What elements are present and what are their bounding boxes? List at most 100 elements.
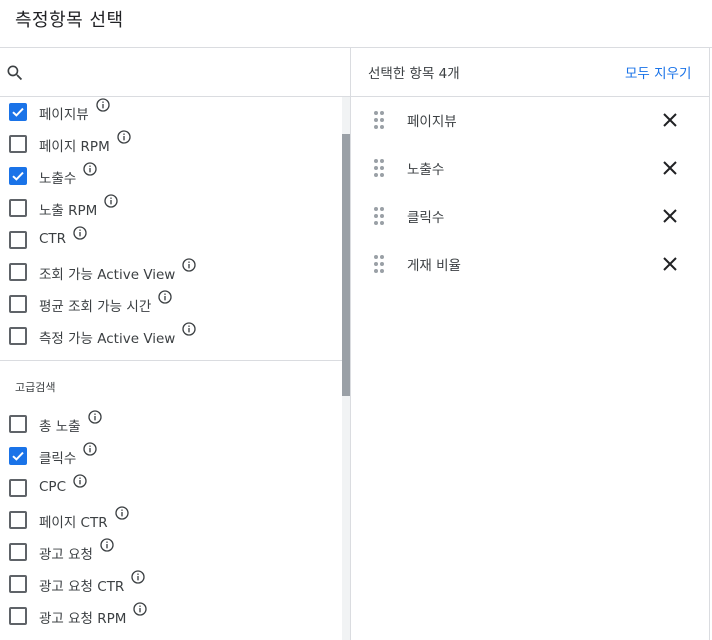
metric-option-label: 광고 요청 CTR: [39, 570, 146, 595]
info-icon[interactable]: [72, 473, 88, 489]
metric-option-text: CPC: [39, 479, 66, 495]
checkbox[interactable]: [9, 543, 27, 561]
metric-option-text: 조회 가능 Active View: [39, 267, 176, 283]
metric-option-text: 페이지 CTR: [39, 515, 108, 531]
metric-option-label: 페이지 RPM: [39, 130, 132, 155]
info-icon[interactable]: [103, 193, 119, 209]
metric-option[interactable]: 클릭수: [0, 440, 340, 472]
metric-option-text: 노출 RPM: [39, 203, 98, 219]
selected-item[interactable]: 페이지뷰: [351, 97, 709, 145]
metric-option-label: 측정 가능 Active View: [39, 322, 197, 347]
search-icon[interactable]: [5, 63, 25, 83]
info-icon[interactable]: [95, 97, 111, 113]
metric-option-label: 광고 요청 RPM: [39, 602, 148, 627]
metric-option-text: 노출수: [39, 171, 77, 187]
selected-item[interactable]: 게재 비율: [351, 241, 709, 289]
metric-option[interactable]: 측정 가능 Active View: [0, 320, 340, 352]
checkbox[interactable]: [9, 295, 27, 313]
checkbox[interactable]: [9, 199, 27, 217]
metric-option-label: 노출수: [39, 162, 98, 187]
metric-option-text: 광고 요청 CTR: [39, 579, 125, 595]
info-icon[interactable]: [116, 129, 132, 145]
metric-option-label: 클릭수: [39, 442, 98, 467]
close-icon[interactable]: [662, 208, 678, 224]
info-icon[interactable]: [114, 505, 130, 521]
info-icon[interactable]: [72, 225, 88, 241]
check-icon: [12, 171, 24, 181]
metric-option[interactable]: 평균 조회 가능 시간: [0, 288, 340, 320]
dialog-title: 측정항목 선택: [15, 10, 124, 31]
check-icon: [12, 451, 24, 461]
checkbox[interactable]: [9, 479, 27, 497]
search-input[interactable]: [34, 60, 338, 86]
info-icon[interactable]: [132, 601, 148, 617]
info-icon[interactable]: [181, 257, 197, 273]
checkbox[interactable]: [9, 327, 27, 345]
drag-handle-icon[interactable]: [373, 158, 385, 178]
selected-item[interactable]: 노출수: [351, 145, 709, 193]
metric-option-text: 측정 가능 Active View: [39, 331, 176, 347]
metric-option[interactable]: 페이지 RPM: [0, 128, 340, 160]
scrollbar-thumb[interactable]: [342, 134, 350, 396]
metric-option-label: 페이지 CTR: [39, 506, 130, 531]
checkbox[interactable]: [9, 607, 27, 625]
metric-option-label: CPC: [39, 474, 88, 495]
checkbox-checked[interactable]: [9, 447, 27, 465]
checkbox[interactable]: [9, 415, 27, 433]
info-icon[interactable]: [82, 441, 98, 457]
info-icon[interactable]: [157, 289, 173, 305]
metric-option[interactable]: 광고 요청 RPM: [0, 600, 340, 632]
checkbox-checked[interactable]: [9, 103, 27, 121]
metric-option[interactable]: CTR: [0, 224, 340, 256]
metric-option[interactable]: CPC: [0, 472, 340, 504]
metric-option-label: 평균 조회 가능 시간: [39, 290, 173, 315]
section-title-advanced: 고급검색: [15, 381, 56, 394]
info-icon[interactable]: [130, 569, 146, 585]
metric-list: 페이지뷰페이지 RPM 노출수노출 RPM CTR 조회 가능 Active View…: [0, 97, 342, 640]
info-icon[interactable]: [181, 321, 197, 337]
checkbox-checked[interactable]: [9, 167, 27, 185]
metric-option-label: 총 노출: [39, 410, 103, 435]
checkbox[interactable]: [9, 231, 27, 249]
search-bar: [0, 48, 350, 96]
selected-item[interactable]: 클릭수: [351, 193, 709, 241]
info-icon[interactable]: [87, 409, 103, 425]
close-icon[interactable]: [662, 112, 678, 128]
metric-option-text: 광고 요청: [39, 547, 93, 563]
drag-handle-icon[interactable]: [373, 206, 385, 226]
metric-option[interactable]: 광고 요청 CTR: [0, 568, 340, 600]
metric-option-text: CTR: [39, 231, 67, 247]
selected-item-label: 게재 비율: [407, 258, 461, 274]
clear-all-button[interactable]: 모두 지우기: [625, 62, 691, 82]
checkbox[interactable]: [9, 263, 27, 281]
metric-option[interactable]: 노출수: [0, 160, 340, 192]
metric-option-text: 페이지뷰: [39, 107, 89, 123]
metric-option-label: 조회 가능 Active View: [39, 258, 197, 283]
check-icon: [12, 107, 24, 117]
metric-option-label: CTR: [39, 226, 88, 247]
section-divider: [0, 360, 342, 361]
drag-handle-icon[interactable]: [373, 110, 385, 130]
metric-option-text: 클릭수: [39, 451, 77, 467]
metric-option[interactable]: 노출 RPM: [0, 192, 340, 224]
metric-option-label: 노출 RPM: [39, 194, 119, 219]
selected-item-label: 페이지뷰: [407, 114, 457, 130]
checkbox[interactable]: [9, 135, 27, 153]
info-icon[interactable]: [99, 537, 115, 553]
metric-option[interactable]: 총 노출: [0, 408, 340, 440]
metric-option[interactable]: 페이지뷰: [0, 97, 340, 128]
checkbox[interactable]: [9, 511, 27, 529]
metric-option-text: 페이지 RPM: [39, 139, 110, 155]
metric-option[interactable]: 광고 요청: [0, 536, 340, 568]
close-icon[interactable]: [662, 160, 678, 176]
close-icon[interactable]: [662, 256, 678, 272]
metric-option-text: 총 노출: [39, 419, 81, 435]
checkbox[interactable]: [9, 575, 27, 593]
panel-edge: [709, 48, 710, 640]
metric-option-text: 광고 요청 RPM: [39, 611, 127, 627]
drag-handle-icon[interactable]: [373, 254, 385, 274]
selected-item-label: 클릭수: [407, 210, 445, 226]
metric-option[interactable]: 페이지 CTR: [0, 504, 340, 536]
metric-option[interactable]: 조회 가능 Active View: [0, 256, 340, 288]
info-icon[interactable]: [82, 161, 98, 177]
